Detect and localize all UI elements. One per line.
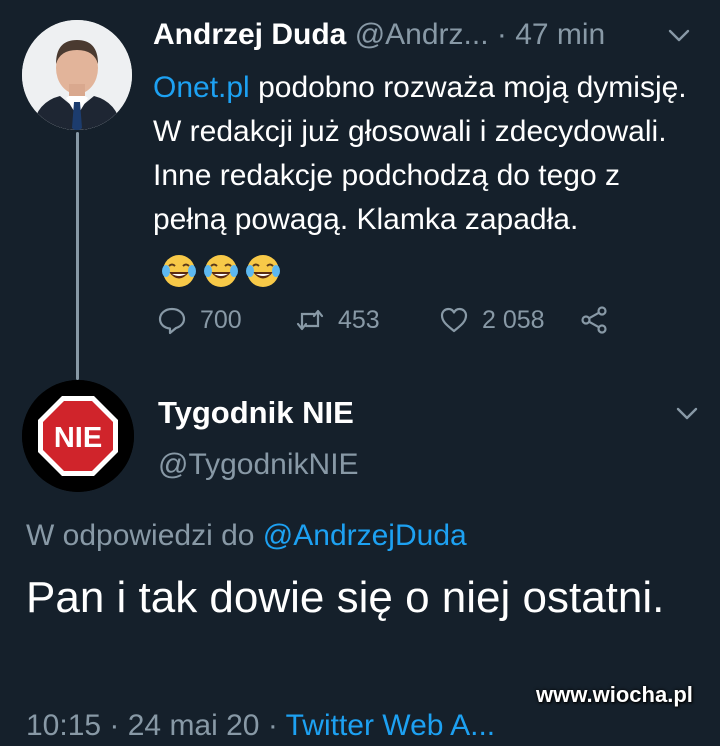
retweet-count: 453 [338,305,380,334]
chevron-down-icon[interactable] [672,400,702,426]
stop-sign-logo: NIE [22,380,134,492]
tweet-text: Pan i tak dowie się o niej ostatni. [26,573,665,622]
chevron-down-icon[interactable] [664,22,694,48]
user-handle[interactable]: @Andrz... [355,18,489,51]
tweet-time[interactable]: · 47 min [497,18,605,51]
avatar-tygodnik-nie[interactable]: NIE [22,380,134,492]
logo-text: NIE [54,422,102,454]
reply-icon [158,307,186,335]
face-with-tears-of-joy-icon [204,255,238,288]
display-name[interactable]: Tygodnik NIE [158,392,354,434]
face-with-tears-of-joy-icon [246,255,280,288]
tweet-metadata: 10:15 · 24 mai 20 · Twitter Web A... [26,706,495,746]
share-icon [581,306,607,334]
avatar-andrzej-duda[interactable] [22,20,132,130]
face-with-tears-of-joy-icon [162,255,196,288]
share-button[interactable] [578,302,622,338]
display-name[interactable]: Andrzej Duda [153,18,346,51]
watermark: www.wiocha.pl [536,682,693,707]
reply-count: 700 [200,305,242,334]
like-button[interactable]: 2 058 [438,302,545,338]
tweet-source[interactable]: Twitter Web A... [286,709,496,742]
onet-link[interactable]: Onet.pl [153,71,250,104]
laughing-emoji-group [161,248,287,292]
portrait-photo [22,20,132,130]
like-count: 2 058 [482,305,545,334]
tweet-text: Onet.pl podobno rozważa moją dymisję. W … [153,66,698,292]
retweet-button[interactable]: 453 [294,302,380,338]
tweet-timestamp[interactable]: 10:15 · 24 mai 20 · [26,709,286,742]
tweet-header: Andrzej Duda @Andrz... · 47 min [153,14,605,56]
user-handle[interactable]: @TygodnikNIE [158,444,359,486]
retweet-icon [296,309,324,331]
reply-context: W odpowiedzi do @AndrzejDuda [26,514,467,558]
thread-connector-line [76,132,79,380]
reply-to-mention[interactable]: @AndrzejDuda [263,519,467,552]
heart-icon [440,307,468,333]
reply-prefix: W odpowiedzi do [26,519,263,552]
reply-button[interactable]: 700 [156,302,242,338]
